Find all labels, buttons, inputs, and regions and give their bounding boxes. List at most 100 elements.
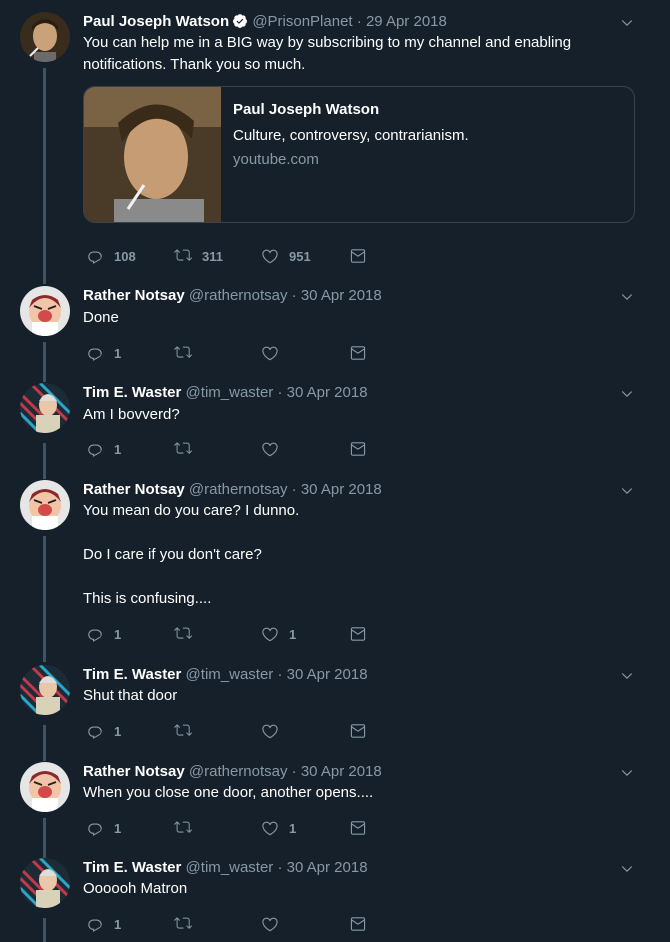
like-button[interactable]: [261, 913, 279, 935]
retweet-button[interactable]: [174, 913, 192, 935]
tweet[interactable]: Tim E. Waster @tim_waster · 30 Apr 2018 …: [0, 858, 670, 942]
retweet-icon: [174, 915, 192, 933]
author-name[interactable]: Tim E. Waster: [83, 666, 181, 683]
dm-button[interactable]: [349, 438, 367, 460]
retweet-button[interactable]: [174, 817, 192, 839]
tweet-text: Done: [83, 309, 119, 326]
author-handle[interactable]: @PrisonPlanet: [252, 13, 352, 30]
tweet[interactable]: Rather Notsay @rathernotsay · 30 Apr 201…: [0, 480, 670, 662]
tweet[interactable]: Paul Joseph Watson @PrisonPlanet · 29 Ap…: [0, 12, 670, 284]
like-button[interactable]: [261, 438, 279, 460]
tweet-date[interactable]: 30 Apr 2018: [301, 763, 382, 780]
tweet-date[interactable]: 30 Apr 2018: [287, 859, 368, 876]
author-name[interactable]: Paul Joseph Watson: [83, 13, 229, 30]
chevron-down-icon[interactable]: [620, 290, 634, 304]
dm-button[interactable]: [349, 913, 367, 935]
tweet-date[interactable]: 30 Apr 2018: [287, 384, 368, 401]
heart-icon: [261, 915, 279, 933]
tweet-actions: 108 311 951: [83, 245, 383, 267]
author-handle[interactable]: @tim_waster: [186, 384, 274, 401]
chevron-down-icon[interactable]: [620, 16, 634, 30]
reply-button[interactable]: 1: [86, 438, 121, 460]
dm-button[interactable]: [349, 817, 367, 839]
tweet-actions: 1: [83, 913, 383, 935]
verified-badge-icon: [232, 13, 248, 29]
retweet-button[interactable]: [174, 342, 192, 364]
card-thumbnail: [84, 87, 221, 222]
separator-dot: ·: [291, 481, 297, 498]
reply-button[interactable]: 1: [86, 623, 121, 645]
tweet-actions: 1 1: [83, 817, 383, 839]
tweet-actions: 1 1: [83, 623, 383, 645]
separator-dot: ·: [356, 13, 362, 30]
tweet-date[interactable]: 30 Apr 2018: [301, 481, 382, 498]
reply-button[interactable]: 1: [86, 817, 121, 839]
envelope-icon: [349, 344, 367, 362]
tweet-header: Rather Notsay @rathernotsay · 30 Apr 201…: [83, 480, 382, 500]
chevron-down-icon[interactable]: [620, 669, 634, 683]
retweet-button[interactable]: [174, 623, 192, 645]
dm-button[interactable]: [349, 623, 367, 645]
dm-button[interactable]: [349, 720, 367, 742]
tweet-header: Rather Notsay @rathernotsay · 30 Apr 201…: [83, 762, 382, 782]
retweet-button[interactable]: [174, 720, 192, 742]
author-name[interactable]: Tim E. Waster: [83, 859, 181, 876]
retweet-button[interactable]: 311: [174, 245, 223, 267]
reply-button[interactable]: 1: [86, 913, 121, 935]
separator-dot: ·: [277, 666, 283, 683]
reply-count: 1: [114, 820, 122, 836]
avatar[interactable]: [20, 12, 70, 62]
author-handle[interactable]: @tim_waster: [186, 666, 274, 683]
retweet-button[interactable]: [174, 438, 192, 460]
avatar[interactable]: [20, 286, 70, 336]
tweet-date[interactable]: 30 Apr 2018: [287, 666, 368, 683]
tweet[interactable]: Tim E. Waster @tim_waster · 30 Apr 2018 …: [0, 383, 670, 479]
tweet-date[interactable]: 30 Apr 2018: [301, 287, 382, 304]
like-button[interactable]: 951: [261, 245, 311, 267]
author-name[interactable]: Rather Notsay: [83, 481, 185, 498]
retweet-icon: [174, 722, 192, 740]
tweet-header: Rather Notsay @rathernotsay · 30 Apr 201…: [83, 286, 382, 306]
like-button[interactable]: 1: [261, 623, 296, 645]
author-name[interactable]: Rather Notsay: [83, 763, 185, 780]
dm-button[interactable]: [349, 342, 367, 364]
link-card[interactable]: Paul Joseph Watson Culture, controversy,…: [83, 86, 635, 223]
thread-line: [43, 68, 46, 284]
tweet-date[interactable]: 29 Apr 2018: [366, 13, 447, 30]
reply-button[interactable]: 108: [86, 245, 136, 267]
author-handle[interactable]: @rathernotsay: [189, 763, 288, 780]
reply-button[interactable]: 1: [86, 342, 121, 364]
like-button[interactable]: [261, 342, 279, 364]
chevron-down-icon[interactable]: [620, 387, 634, 401]
author-name[interactable]: Rather Notsay: [83, 287, 185, 304]
chevron-down-icon[interactable]: [620, 862, 634, 876]
avatar[interactable]: [20, 665, 70, 715]
author-name[interactable]: Tim E. Waster: [83, 384, 181, 401]
heart-icon: [261, 344, 279, 362]
card-description: Culture, controversy, contrarianism.: [233, 127, 469, 144]
tweet[interactable]: Rather Notsay @rathernotsay · 30 Apr 201…: [0, 762, 670, 860]
thread-line: [43, 342, 46, 382]
avatar[interactable]: [20, 762, 70, 812]
chevron-down-icon[interactable]: [620, 484, 634, 498]
author-handle[interactable]: @rathernotsay: [189, 481, 288, 498]
avatar[interactable]: [20, 383, 70, 433]
reply-button[interactable]: 1: [86, 720, 121, 742]
tweet[interactable]: Tim E. Waster @tim_waster · 30 Apr 2018 …: [0, 665, 670, 761]
like-button[interactable]: [261, 720, 279, 742]
like-button[interactable]: 1: [261, 817, 296, 839]
tweet-text: Oooooh Matron: [83, 880, 188, 897]
author-handle[interactable]: @rathernotsay: [189, 287, 288, 304]
envelope-icon: [349, 247, 367, 265]
chevron-down-icon[interactable]: [620, 766, 634, 780]
heart-icon: [261, 625, 279, 643]
heart-icon: [261, 247, 279, 265]
dm-button[interactable]: [349, 245, 367, 267]
author-handle[interactable]: @tim_waster: [186, 859, 274, 876]
tweet[interactable]: Rather Notsay @rathernotsay · 30 Apr 201…: [0, 286, 670, 382]
tweet-header: Tim E. Waster @tim_waster · 30 Apr 2018: [83, 383, 368, 403]
envelope-icon: [349, 819, 367, 837]
avatar[interactable]: [20, 858, 70, 908]
avatar[interactable]: [20, 480, 70, 530]
reply-icon: [86, 247, 104, 265]
